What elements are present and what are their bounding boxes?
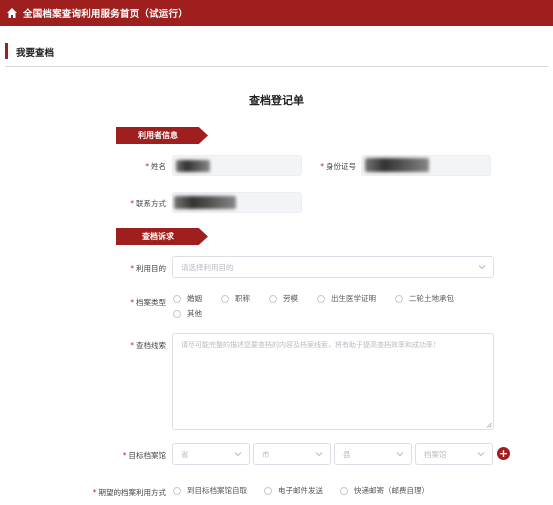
type-option-model-worker[interactable]: 劳模 <box>269 293 298 304</box>
type-radio-group-row2: 其他 <box>173 308 216 319</box>
user-info-ribbon: 利用者信息 <box>116 127 208 144</box>
name-label: * 姓名 <box>145 162 166 171</box>
required-mark: * <box>320 162 324 171</box>
chevron-down-icon <box>396 450 404 458</box>
required-mark: * <box>130 264 134 273</box>
county-select[interactable]: 县 <box>334 443 412 465</box>
method-option-courier[interactable]: 快递邮寄（邮费自理） <box>340 485 429 496</box>
required-mark: * <box>122 451 127 460</box>
request-ribbon: 查档诉求 <box>116 228 208 245</box>
type-radio-group: 婚姻 职称 劳模 出生医学证明 二轮土地承包 <box>173 293 468 304</box>
archive-label: * 目标档案馆 <box>122 451 166 460</box>
radio-icon <box>395 294 403 303</box>
archive-select[interactable]: 档案馆 <box>415 443 493 465</box>
city-placeholder: 市 <box>262 449 270 459</box>
radio-icon <box>173 294 181 303</box>
purpose-select[interactable]: 请选择利用目的 <box>172 256 494 278</box>
purpose-placeholder: 请选择利用目的 <box>181 262 234 272</box>
type-option-title[interactable]: 职称 <box>221 293 250 304</box>
radio-icon <box>173 309 181 318</box>
radio-icon <box>221 294 229 303</box>
section-title: 我要查档 <box>16 48 55 59</box>
radio-icon <box>340 486 348 495</box>
type-option-marriage[interactable]: 婚姻 <box>173 293 202 304</box>
chevron-down-icon <box>315 450 323 458</box>
resize-handle-icon[interactable] <box>486 422 492 428</box>
redacted-contact <box>174 196 236 209</box>
add-archive-button[interactable]: + <box>497 447 510 460</box>
redacted-id <box>365 158 429 172</box>
form-title: 查档登记单 <box>249 94 304 107</box>
chevron-down-icon <box>477 450 485 458</box>
method-option-pickup[interactable]: 到目标档案馆自取 <box>173 485 247 496</box>
county-placeholder: 县 <box>343 449 351 459</box>
section-header: 我要查档 <box>5 40 548 67</box>
method-label: * 期望的档案利用方式 <box>92 488 166 497</box>
radio-icon <box>173 486 181 495</box>
home-icon[interactable] <box>6 7 18 19</box>
method-option-email[interactable]: 电子邮件发送 <box>264 485 323 496</box>
redacted-name <box>176 160 210 172</box>
required-mark: * <box>92 488 97 497</box>
radio-icon <box>264 486 272 495</box>
id-label: * 身份证号 <box>320 162 356 171</box>
site-title[interactable]: 全国档案查询利用服务首页（试运行） <box>23 6 188 20</box>
required-mark: * <box>130 199 134 208</box>
radio-icon <box>317 294 325 303</box>
id-number-field[interactable] <box>361 155 491 176</box>
chevron-down-icon <box>478 263 486 271</box>
contact-label: * 联系方式 <box>130 199 166 208</box>
clue-placeholder: 请尽可能完整的描述您要查档的内容及档案线索，将有助于提高查档效率和成功率！ <box>181 341 440 349</box>
plus-icon: + <box>498 447 509 460</box>
contact-field[interactable] <box>172 192 302 213</box>
chevron-down-icon <box>234 450 242 458</box>
type-label: * 档案类型 <box>130 298 166 307</box>
section-accent-bar <box>5 43 8 59</box>
purpose-label: * 利用目的 <box>130 264 166 273</box>
type-option-land-contract[interactable]: 二轮土地承包 <box>395 293 454 304</box>
required-mark: * <box>130 341 134 350</box>
clue-label: * 查档线索 <box>130 341 166 350</box>
province-select[interactable]: 省 <box>172 443 250 465</box>
archive-placeholder: 档案馆 <box>424 449 447 459</box>
required-mark: * <box>130 298 134 307</box>
top-bar: 全国档案查询利用服务首页（试运行） <box>0 0 553 26</box>
method-radio-group: 到目标档案馆自取 电子邮件发送 快递邮寄（邮费自理） <box>173 485 443 496</box>
type-option-birth-certificate[interactable]: 出生医学证明 <box>317 293 376 304</box>
clue-textarea[interactable]: 请尽可能完整的描述您要查档的内容及档案线索，将有助于提高查档效率和成功率！ <box>172 333 494 430</box>
radio-icon <box>269 294 277 303</box>
type-option-other[interactable]: 其他 <box>173 308 202 319</box>
city-select[interactable]: 市 <box>253 443 331 465</box>
name-field[interactable] <box>172 155 302 176</box>
required-mark: * <box>145 162 149 171</box>
province-placeholder: 省 <box>181 449 189 459</box>
